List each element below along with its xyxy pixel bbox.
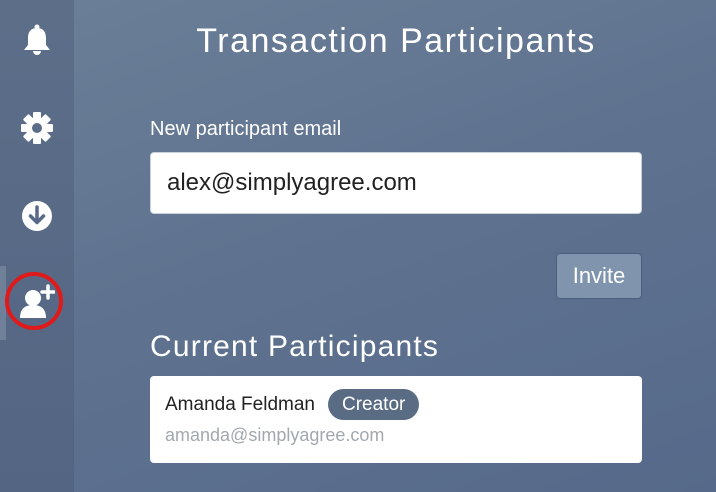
email-label: New participant email <box>150 118 342 140</box>
participant-card: Amanda Feldman Creator amanda@simplyagre… <box>150 376 642 463</box>
page-title: Transaction Participants <box>196 22 596 60</box>
role-badge: Creator <box>328 389 420 420</box>
participant-name: Amanda Feldman <box>165 394 315 415</box>
current-participants-heading: Current Participants <box>150 330 440 363</box>
participant-email: amanda@simplyagree.com <box>165 425 385 445</box>
notifications-button[interactable] <box>0 10 74 70</box>
download-icon <box>21 200 53 232</box>
gear-icon <box>20 111 54 145</box>
highlight-circle <box>5 272 63 330</box>
settings-button[interactable] <box>0 98 74 158</box>
sidebar <box>0 0 74 492</box>
invite-button[interactable]: Invite <box>556 253 642 299</box>
bell-icon <box>22 24 52 56</box>
download-button[interactable] <box>0 186 74 246</box>
email-field[interactable] <box>150 152 642 214</box>
